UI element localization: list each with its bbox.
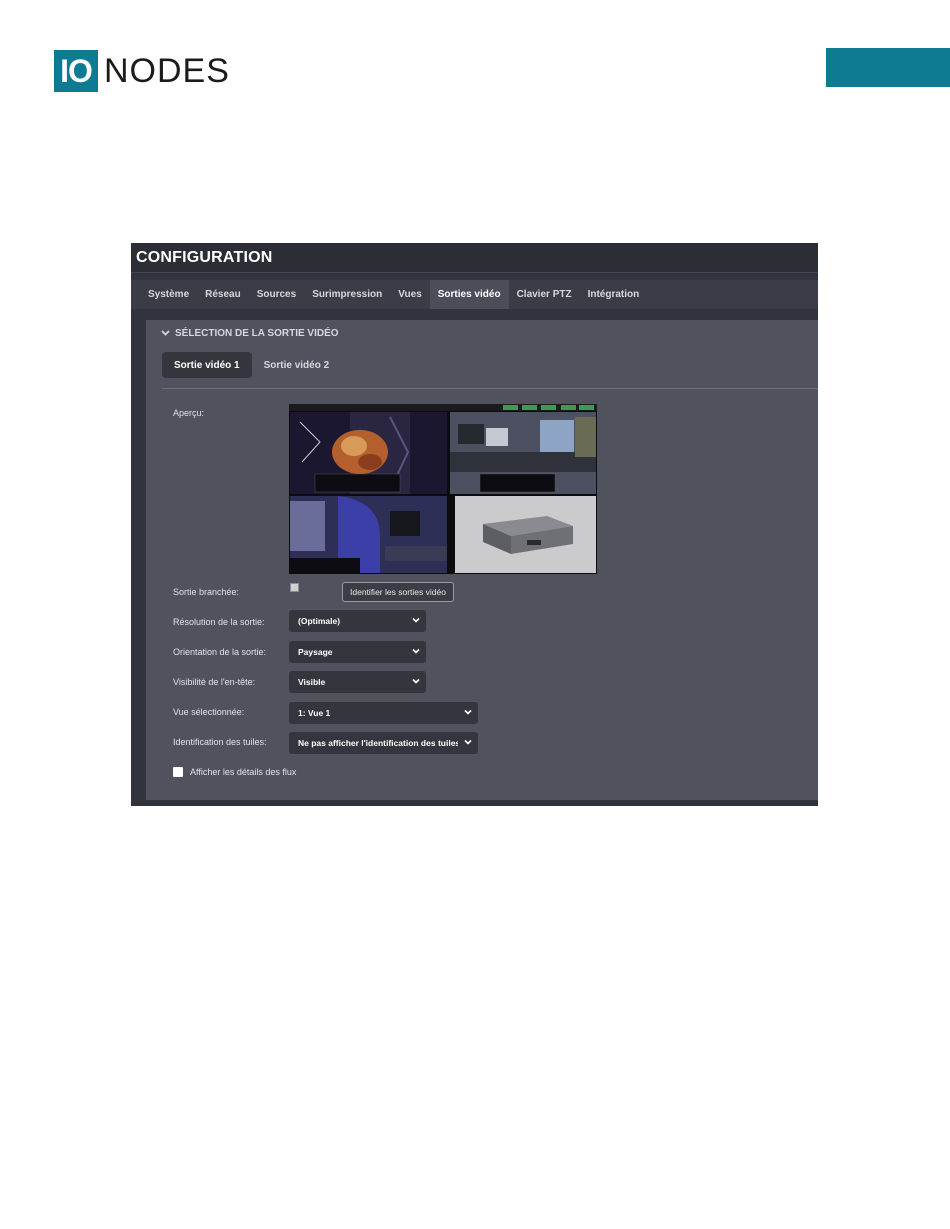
ionodes-logo: IO NODES — [54, 50, 230, 92]
header-visibility-value: Visible — [298, 677, 326, 687]
output-subtabs: Sortie vidéo 1 Sortie vidéo 2 — [162, 352, 341, 378]
section-header[interactable]: SÉLECTION DE LA SORTIE VIDÉO — [161, 328, 339, 339]
resolution-value: (Optimale) — [298, 616, 341, 626]
show-stream-details-label: Afficher les détails des flux — [190, 767, 297, 777]
tab-systeme[interactable]: Système — [140, 280, 197, 309]
subtab-sortie-video-1[interactable]: Sortie vidéo 1 — [162, 352, 252, 378]
orientation-label: Orientation de la sortie: — [173, 647, 267, 657]
preview-tile-3 — [290, 496, 447, 573]
tab-sorties-video[interactable]: Sorties vidéo — [429, 280, 509, 309]
header-visibility-select[interactable]: Visible — [289, 671, 426, 693]
preview-tile-4 — [455, 496, 596, 573]
chevron-down-icon — [412, 677, 420, 685]
tile-id-value: Ne pas afficher l'identification des tui… — [298, 738, 458, 748]
tile-id-label: Identification des tuiles: — [173, 737, 267, 747]
selected-view-label: Vue sélectionnée: — [173, 707, 245, 717]
preview-bar-button — [579, 405, 594, 410]
chevron-down-icon — [412, 616, 420, 624]
page-title: CONFIGURATION — [136, 248, 273, 266]
orientation-select[interactable]: Paysage — [289, 641, 426, 663]
section-title: SÉLECTION DE LA SORTIE VIDÉO — [175, 328, 339, 339]
preview-bar-button — [522, 405, 537, 410]
tab-surimpression[interactable]: Surimpression — [304, 280, 390, 309]
tab-clavier-ptz[interactable]: Clavier PTZ — [509, 280, 580, 309]
chevron-down-icon — [161, 328, 170, 339]
video-output-section: SÉLECTION DE LA SORTIE VIDÉO Sortie vidé… — [146, 320, 818, 800]
show-stream-details-checkbox[interactable] — [173, 767, 183, 777]
preview-tile-1 — [290, 412, 447, 494]
orientation-value: Paysage — [298, 647, 333, 657]
logo-wordmark: NODES — [104, 51, 230, 90]
divider — [162, 388, 818, 389]
preview-bar-button — [541, 405, 556, 410]
output-connected-label: Sortie branchée: — [173, 587, 240, 597]
resolution-label: Résolution de la sortie: — [173, 617, 265, 627]
output-connected-checkbox — [290, 583, 299, 592]
subtab-sortie-video-2[interactable]: Sortie vidéo 2 — [252, 352, 342, 378]
chevron-down-icon — [464, 738, 472, 746]
configuration-screenshot: CONFIGURATION Système Réseau Sources Sur… — [131, 243, 818, 806]
main-nav: Système Réseau Sources Surimpression Vue… — [131, 280, 818, 309]
logo-mark: IO — [54, 50, 98, 92]
chevron-down-icon — [464, 708, 472, 716]
identify-outputs-button[interactable]: Identifier les sorties vidéo — [342, 582, 454, 602]
resolution-select[interactable]: (Optimale) — [289, 610, 426, 632]
tile-id-select[interactable]: Ne pas afficher l'identification des tui… — [289, 732, 478, 754]
selected-view-select[interactable]: 1: Vue 1 — [289, 702, 478, 724]
preview-bar-button — [561, 405, 576, 410]
tab-integration[interactable]: Intégration — [580, 280, 648, 309]
preview-bar-button — [503, 405, 518, 410]
tab-vues[interactable]: Vues — [390, 280, 430, 309]
tab-sources[interactable]: Sources — [249, 280, 304, 309]
preview-label: Aperçu: — [173, 408, 205, 418]
chevron-down-icon — [412, 647, 420, 655]
tab-reseau[interactable]: Réseau — [197, 280, 249, 309]
brand-accent-bar — [826, 48, 950, 87]
preview-tile-2 — [450, 412, 596, 494]
preview-image — [289, 404, 597, 574]
app-header: CONFIGURATION — [131, 243, 818, 273]
preview-toolbar — [289, 404, 597, 411]
selected-view-value: 1: Vue 1 — [298, 708, 331, 718]
header-visibility-label: Visibilité de l'en-tête: — [173, 677, 256, 687]
